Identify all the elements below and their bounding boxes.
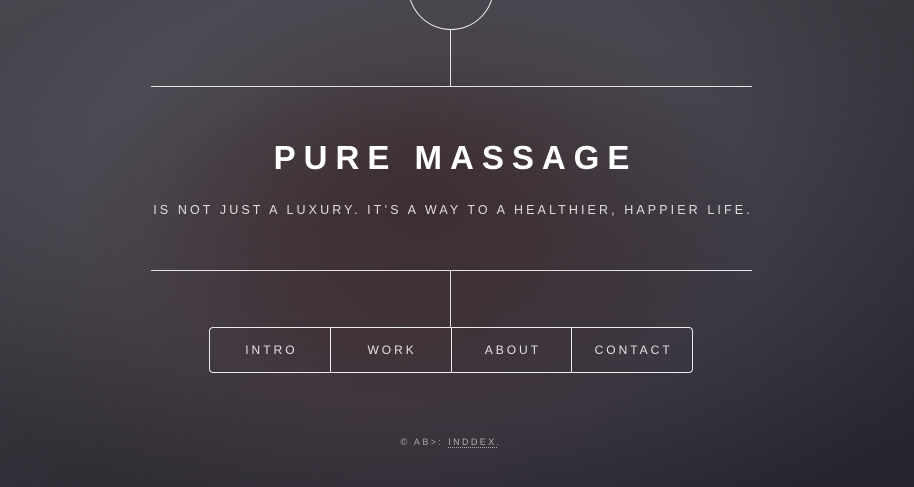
footer-credit: © AB>: INDDEX. bbox=[300, 437, 602, 448]
connector-line-top bbox=[450, 29, 451, 86]
page-subtitle: IS NOT JUST A LUXURY. IT’S A WAY TO A HE… bbox=[153, 203, 753, 217]
divider-bottom bbox=[151, 270, 752, 271]
connector-line-bottom bbox=[450, 270, 451, 327]
nav-item-about[interactable]: ABOUT bbox=[450, 328, 572, 372]
nav-item-contact[interactable]: CONTACT bbox=[571, 328, 692, 372]
main-nav: INTRO WORK ABOUT CONTACT bbox=[209, 327, 693, 373]
footer-prefix: © AB>: bbox=[400, 437, 449, 447]
nav-item-intro[interactable]: INTRO bbox=[210, 328, 330, 372]
divider-top bbox=[151, 86, 752, 87]
footer-link[interactable]: INDDEX bbox=[448, 437, 497, 448]
page-title: PURE MASSAGE bbox=[273, 139, 638, 176]
nav-item-work[interactable]: WORK bbox=[329, 328, 451, 372]
footer-suffix: . bbox=[496, 437, 502, 447]
background-vignette bbox=[0, 0, 914, 487]
